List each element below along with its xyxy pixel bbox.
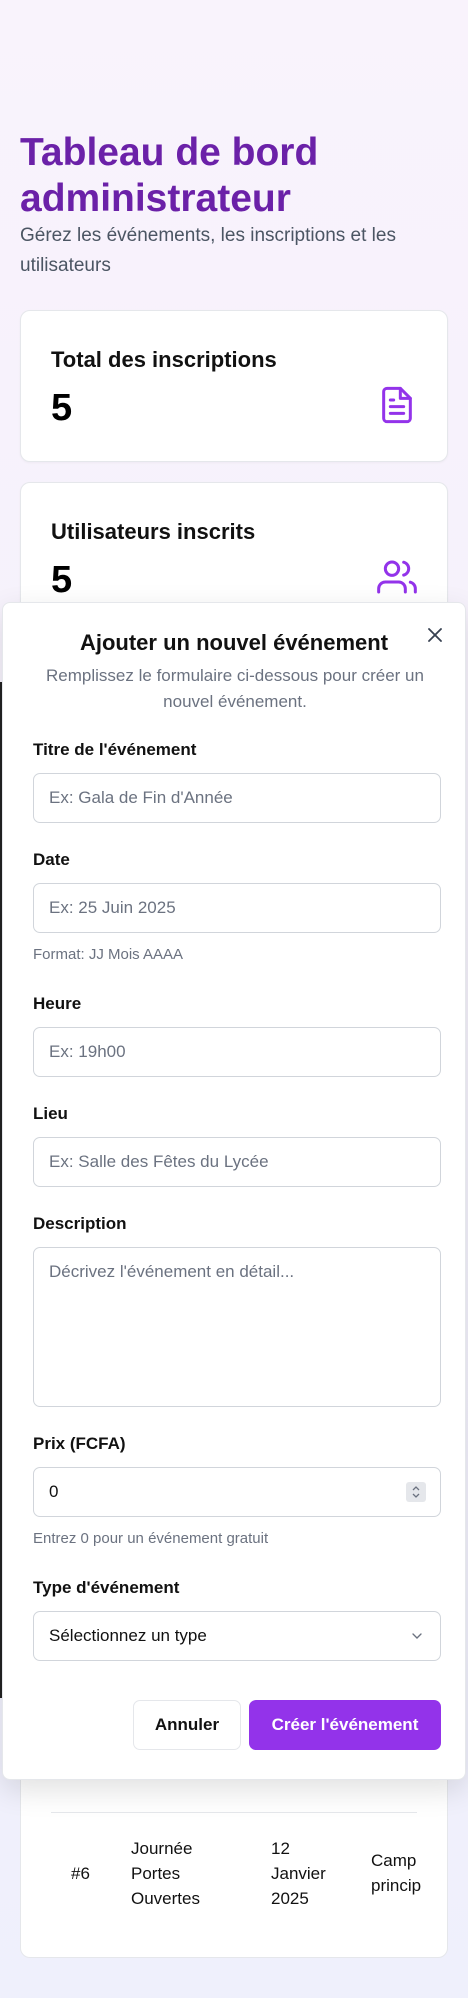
stat-value: 5 (51, 387, 73, 429)
cancel-button[interactable]: Annuler (133, 1700, 241, 1750)
dialog-description: Remplissez le formulaire ci-dessous pour… (46, 666, 424, 711)
close-icon[interactable] (423, 623, 447, 647)
stat-value: 5 (51, 559, 73, 601)
event-description-textarea[interactable] (33, 1247, 441, 1407)
page-subtitle: Gérez les événements, les inscriptions e… (20, 225, 396, 276)
location-label: Lieu (33, 1104, 68, 1123)
add-event-dialog: Ajouter un nouvel événement Remplissez l… (2, 602, 466, 1780)
users-icon (377, 560, 417, 594)
event-date-input[interactable] (33, 883, 441, 933)
type-label: Type d'événement (33, 1578, 180, 1597)
stat-label: Utilisateurs inscrits (51, 519, 256, 544)
price-hint: Entrez 0 pour un événement gratuit (33, 1530, 269, 1547)
stat-card-registrations: Total des inscriptions 5 (20, 310, 448, 462)
table-cell-date: 12 Janvier 2025 (271, 1839, 326, 1908)
chevron-down-icon (412, 1633, 422, 1639)
date-format-hint: Format: JJ Mois AAAA (33, 946, 184, 963)
price-field (33, 1467, 441, 1517)
price-stepper[interactable] (406, 1482, 426, 1502)
event-type-select[interactable]: Sélectionnez un type (33, 1611, 441, 1661)
event-title-input[interactable] (33, 773, 441, 823)
stepper-arrows-icon (412, 1486, 420, 1498)
page-title: Tableau de bord administrateur (20, 131, 319, 220)
create-event-button[interactable]: Créer l'événement (249, 1700, 441, 1750)
price-label: Prix (FCFA) (33, 1434, 126, 1453)
stat-label: Total des inscriptions (51, 347, 277, 372)
description-label: Description (33, 1214, 127, 1233)
table-cell-id: #6 (71, 1864, 90, 1883)
table-cell-name: Journée Portes Ouvertes (131, 1839, 200, 1908)
row-divider (51, 1812, 417, 1813)
dialog-title: Ajouter un nouvel événement (79, 630, 389, 655)
event-type-selected: Sélectionnez un type (49, 1626, 207, 1645)
table-cell-location: Camp princip (371, 1851, 422, 1895)
time-label: Heure (33, 994, 82, 1013)
document-icon (382, 386, 412, 424)
event-price-input[interactable] (33, 1467, 441, 1517)
event-location-input[interactable] (33, 1137, 441, 1187)
event-time-input[interactable] (33, 1027, 441, 1077)
title-label: Titre de l'événement (33, 740, 197, 759)
date-label: Date (33, 850, 70, 869)
